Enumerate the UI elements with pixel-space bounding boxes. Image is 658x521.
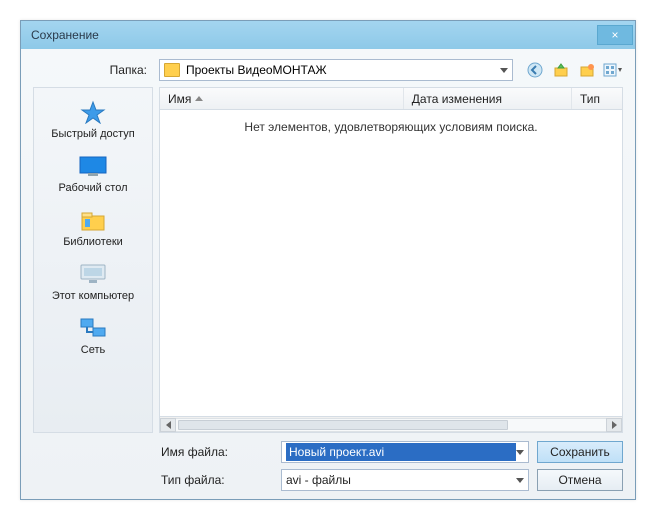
column-date[interactable]: Дата изменения [404, 88, 572, 109]
libraries-icon [77, 206, 109, 234]
filename-label: Имя файла: [161, 445, 273, 459]
titlebar: Сохранение × [21, 21, 635, 49]
desktop-icon [77, 152, 109, 180]
scroll-thumb[interactable] [178, 420, 508, 430]
column-name-label: Имя [168, 92, 191, 106]
folder-row: Папка: Проекты ВидеоМОНТАЖ [33, 59, 623, 81]
cancel-button[interactable]: Отмена [537, 469, 623, 491]
quick-access-icon [77, 98, 109, 126]
close-button[interactable]: × [597, 25, 633, 45]
empty-message: Нет элементов, удовлетворяющих условиям … [244, 120, 537, 134]
places-panel: Быстрый доступ Рабочий стол Библиотеки [33, 87, 153, 433]
place-label: Этот компьютер [52, 290, 134, 302]
folder-select[interactable]: Проекты ВидеоМОНТАЖ [159, 59, 513, 81]
place-label: Библиотеки [63, 236, 123, 248]
place-libraries[interactable]: Библиотеки [38, 202, 148, 252]
horizontal-scrollbar[interactable] [160, 416, 622, 432]
filetype-label: Тип файла: [161, 473, 273, 487]
filename-field-wrap [281, 441, 529, 463]
save-button[interactable]: Сохранить [537, 441, 623, 463]
save-dialog: Сохранение × Папка: Проекты ВидеоМОНТАЖ [20, 20, 636, 500]
this-pc-icon [77, 260, 109, 288]
filename-row: Имя файла: Сохранить [33, 441, 623, 463]
place-desktop[interactable]: Рабочий стол [38, 148, 148, 198]
back-icon [527, 62, 543, 78]
folder-label: Папка: [33, 63, 153, 77]
dialog-body: Папка: Проекты ВидеоМОНТАЖ [21, 49, 635, 499]
place-label: Сеть [81, 344, 105, 356]
folder-selected-text: Проекты ВидеоМОНТАЖ [186, 63, 327, 77]
new-folder-icon [579, 62, 595, 78]
column-headers: Имя Дата изменения Тип [160, 88, 622, 110]
folder-tool-icons [525, 60, 623, 80]
filetype-row: Тип файла: avi - файлы Отмена [33, 469, 623, 491]
column-name[interactable]: Имя [160, 88, 404, 109]
view-menu-icon [603, 62, 623, 78]
column-date-label: Дата изменения [412, 92, 502, 106]
bottom-rows: Имя файла: Сохранить Тип файла: avi - фа… [33, 441, 623, 491]
column-type[interactable]: Тип [572, 88, 622, 109]
new-folder-button[interactable] [577, 60, 597, 80]
column-type-label: Тип [580, 92, 600, 106]
content-row: Быстрый доступ Рабочий стол Библиотеки [33, 87, 623, 433]
scroll-left-button[interactable] [160, 418, 176, 432]
cancel-button-label: Отмена [558, 473, 601, 487]
filename-input[interactable] [286, 443, 516, 461]
file-area: Имя Дата изменения Тип Нет элементов, уд… [159, 87, 623, 433]
dialog-title: Сохранение [31, 28, 99, 42]
sort-ascending-icon [195, 96, 203, 101]
folder-icon [164, 63, 180, 77]
back-button[interactable] [525, 60, 545, 80]
place-quick-access[interactable]: Быстрый доступ [38, 94, 148, 144]
arrow-left-icon [166, 421, 171, 429]
chevron-down-icon[interactable] [516, 450, 524, 455]
view-menu-button[interactable] [603, 60, 623, 80]
filetype-value: avi - файлы [286, 473, 516, 487]
close-icon: × [611, 28, 618, 42]
place-label: Быстрый доступ [51, 128, 135, 140]
place-network[interactable]: Сеть [38, 310, 148, 360]
chevron-down-icon [500, 68, 508, 73]
folder-up-icon [553, 62, 569, 78]
scroll-track[interactable] [176, 418, 606, 432]
place-label: Рабочий стол [58, 182, 127, 194]
scroll-right-button[interactable] [606, 418, 622, 432]
chevron-down-icon [516, 478, 524, 483]
arrow-right-icon [612, 421, 617, 429]
filetype-select[interactable]: avi - файлы [281, 469, 529, 491]
network-icon [77, 314, 109, 342]
place-this-pc[interactable]: Этот компьютер [38, 256, 148, 306]
folder-up-button[interactable] [551, 60, 571, 80]
save-button-label: Сохранить [550, 445, 610, 459]
file-list[interactable]: Нет элементов, удовлетворяющих условиям … [160, 110, 622, 416]
